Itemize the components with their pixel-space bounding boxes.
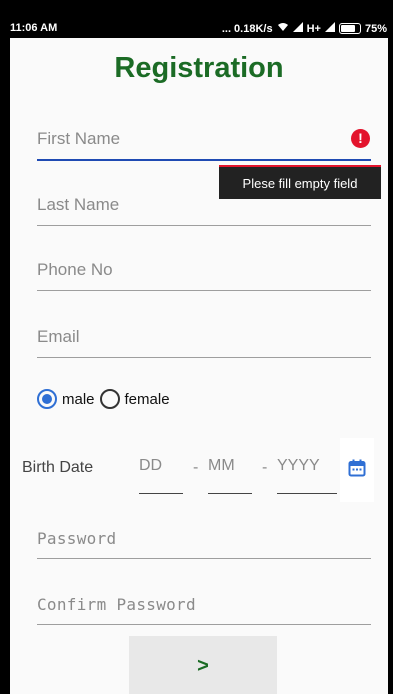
error-icon[interactable]: ! bbox=[351, 129, 370, 148]
network-type: H+ bbox=[306, 22, 321, 35]
last-name-underline bbox=[37, 225, 371, 226]
registration-screen: Registration ! Plese fill empty field ma… bbox=[10, 38, 388, 694]
birth-date-row: Birth Date - - bbox=[10, 438, 388, 504]
gender-radio-group: male female bbox=[37, 389, 175, 409]
email-underline bbox=[37, 357, 371, 358]
last-name-input[interactable] bbox=[37, 185, 371, 225]
date-separator: - bbox=[262, 459, 268, 476]
phone-underline bbox=[37, 290, 371, 291]
next-button[interactable]: > bbox=[129, 636, 277, 694]
page-title: Registration bbox=[114, 52, 284, 84]
birth-date-label: Birth Date bbox=[22, 459, 94, 476]
radio-female-label[interactable]: female bbox=[125, 391, 170, 408]
birth-day-underline bbox=[139, 493, 183, 494]
birth-month-underline bbox=[208, 493, 252, 494]
confirm-password-input[interactable] bbox=[37, 584, 371, 624]
first-name-input[interactable] bbox=[37, 119, 371, 159]
password-underline bbox=[37, 558, 371, 559]
calendar-button[interactable] bbox=[340, 438, 374, 502]
status-time: 11:06 AM bbox=[10, 22, 58, 34]
birth-year-field bbox=[277, 446, 337, 494]
birth-day-input[interactable] bbox=[139, 446, 183, 486]
wifi-icon bbox=[277, 22, 289, 35]
email-input[interactable] bbox=[37, 317, 371, 357]
radio-male-label[interactable]: male bbox=[62, 391, 95, 408]
confirm-password-underline bbox=[37, 624, 371, 625]
battery-icon bbox=[338, 23, 361, 34]
birth-year-input[interactable] bbox=[277, 446, 337, 486]
birth-month-input[interactable] bbox=[208, 446, 252, 486]
password-input[interactable] bbox=[37, 518, 371, 558]
signal-icon bbox=[292, 22, 303, 35]
status-indicators: ... 0.18K/s H+ 75% bbox=[222, 22, 387, 35]
radio-male[interactable] bbox=[37, 389, 57, 409]
signal-icon-2 bbox=[324, 22, 335, 35]
phone-input[interactable] bbox=[37, 250, 371, 290]
radio-female[interactable] bbox=[99, 389, 120, 409]
first-name-underline bbox=[37, 159, 371, 161]
phone-frame: 11:06 AM ... 0.18K/s H+ 75% Registration… bbox=[0, 0, 393, 694]
battery-level: 75% bbox=[364, 22, 387, 35]
birth-day-field bbox=[139, 446, 183, 494]
date-separator: - bbox=[193, 459, 199, 476]
birth-year-underline bbox=[277, 493, 337, 494]
network-speed: ... 0.18K/s bbox=[221, 22, 273, 35]
status-bar: 11:06 AM ... 0.18K/s H+ 75% bbox=[0, 0, 393, 38]
birth-month-field bbox=[208, 446, 252, 494]
calendar-icon bbox=[348, 459, 366, 482]
